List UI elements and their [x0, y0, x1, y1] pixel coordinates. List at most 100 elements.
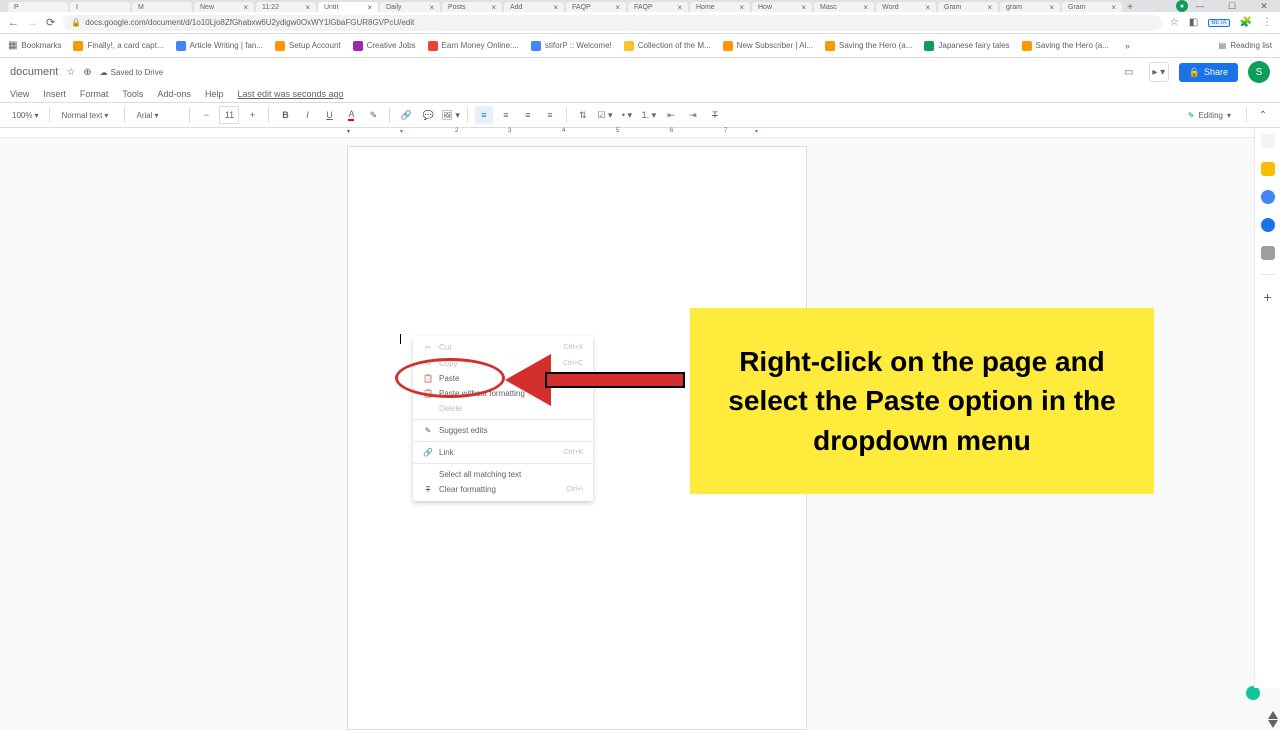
- bookmark-item[interactable]: Saving the Hero (a...: [1022, 41, 1109, 51]
- minimize-icon[interactable]: —: [1190, 0, 1210, 12]
- bold-button[interactable]: B: [276, 106, 294, 124]
- forward-icon[interactable]: →: [27, 17, 38, 29]
- browser-tab[interactable]: Home×: [690, 2, 750, 12]
- comment-button[interactable]: 💬: [419, 106, 437, 124]
- ctx-cut[interactable]: ✂CutCtrl+X: [413, 340, 593, 355]
- font-size-input[interactable]: 11: [219, 106, 239, 124]
- editing-mode-button[interactable]: ✎Editing ▾: [1180, 109, 1239, 122]
- ctx-link[interactable]: 🔗LinkCtrl+K: [413, 445, 593, 460]
- present-icon[interactable]: ▸ ▾: [1149, 62, 1169, 82]
- bookmark-item[interactable]: Article Writing | fan...: [176, 41, 264, 51]
- checklist-button[interactable]: ☑ ▾: [596, 106, 614, 124]
- browser-tab[interactable]: How×: [752, 2, 812, 12]
- bookmarks-overflow[interactable]: »: [1125, 41, 1130, 51]
- star-icon[interactable]: ☆: [66, 67, 75, 78]
- reading-list-button[interactable]: ▤Reading list: [1219, 41, 1272, 50]
- browser-tab[interactable]: 11:22×: [256, 2, 316, 12]
- add-addon-icon[interactable]: +: [1263, 289, 1271, 305]
- browser-tab[interactable]: M: [132, 2, 192, 12]
- font-select[interactable]: Arial ▾: [132, 111, 182, 120]
- browser-tab[interactable]: P: [8, 2, 68, 12]
- ctx-suggest[interactable]: ✎Suggest edits: [413, 423, 593, 438]
- url-input[interactable]: 🔒 docs.google.com/document/d/1o10Ljo8ZfG…: [63, 15, 1162, 31]
- underline-button[interactable]: U: [320, 106, 338, 124]
- browser-tab[interactable]: Add×: [504, 2, 564, 12]
- align-right-button[interactable]: ≡: [519, 106, 537, 124]
- ctx-select-matching[interactable]: Select all matching text: [413, 467, 593, 482]
- new-tab-button[interactable]: +: [1124, 2, 1136, 12]
- highlight-button[interactable]: ✎: [364, 106, 382, 124]
- bookmark-item[interactable]: stiforP :: Welcome!: [531, 41, 612, 51]
- bookmark-item[interactable]: New Subscriber | Al...: [723, 41, 813, 51]
- bookmark-item[interactable]: Collection of the M...: [624, 41, 711, 51]
- ctx-paste[interactable]: 📋Paste: [413, 371, 593, 386]
- move-icon[interactable]: ⊕: [83, 67, 91, 78]
- tasks-icon[interactable]: [1261, 190, 1275, 204]
- align-justify-button[interactable]: ≡: [541, 106, 559, 124]
- zoom-select[interactable]: 100% ▾: [8, 111, 42, 120]
- chrome-profile-icon[interactable]: ●: [1176, 0, 1188, 12]
- browser-tab[interactable]: Daily×: [380, 2, 440, 12]
- last-edit-link[interactable]: Last edit was seconds ago: [237, 89, 343, 99]
- maximize-icon[interactable]: ☐: [1222, 0, 1242, 12]
- keep-icon[interactable]: [1261, 162, 1275, 176]
- align-center-button[interactable]: ≡: [497, 106, 515, 124]
- bookmark-item[interactable]: Earn Money Online:...: [428, 41, 519, 51]
- browser-tab[interactable]: Gram×: [1062, 2, 1122, 12]
- doc-title[interactable]: document: [10, 66, 58, 78]
- browser-tab[interactable]: I: [70, 2, 130, 12]
- extension-icon[interactable]: ◧: [1189, 17, 1198, 28]
- browser-tab-active[interactable]: Untit×: [318, 2, 378, 12]
- share-button[interactable]: 🔒Share: [1179, 63, 1238, 82]
- ctx-clear-format[interactable]: TClear formattingCtrl+\: [413, 482, 593, 497]
- bulleted-list-button[interactable]: • ▾: [618, 106, 636, 124]
- browser-tab[interactable]: FAQP×: [628, 2, 688, 12]
- text-color-button[interactable]: A: [342, 106, 360, 124]
- font-decrease[interactable]: −: [197, 106, 215, 124]
- font-increase[interactable]: +: [243, 106, 261, 124]
- ctx-delete[interactable]: Delete: [413, 401, 593, 416]
- style-select[interactable]: Normal text ▾: [57, 111, 117, 120]
- maps-icon[interactable]: [1261, 246, 1275, 260]
- user-avatar[interactable]: S: [1248, 61, 1270, 83]
- menu-insert[interactable]: Insert: [43, 89, 66, 99]
- extensions-icon[interactable]: 🧩: [1240, 17, 1252, 28]
- numbered-list-button[interactable]: 1. ▾: [640, 106, 658, 124]
- close-icon[interactable]: ✕: [1254, 0, 1274, 12]
- browser-tab[interactable]: gram×: [1000, 2, 1060, 12]
- ctx-copy[interactable]: ⧉CopyCtrl+C: [413, 355, 593, 371]
- ctx-paste-no-format[interactable]: 📋Paste without formatting: [413, 386, 593, 401]
- grammarly-icon[interactable]: [1246, 686, 1260, 700]
- browser-tab[interactable]: New×: [194, 2, 254, 12]
- bookmark-item[interactable]: Japanese fairy tales: [924, 41, 1009, 51]
- ruler[interactable]: ▾ ▾ 2 3 4 5 6 7 ▾: [0, 128, 1280, 138]
- bookmark-item[interactable]: Saving the Hero (a...: [825, 41, 912, 51]
- calendar-icon[interactable]: [1261, 134, 1275, 148]
- indent-decrease-button[interactable]: ⇤: [662, 106, 680, 124]
- line-spacing-button[interactable]: ⇅: [574, 106, 592, 124]
- menu-icon[interactable]: ⋮: [1262, 17, 1272, 28]
- star-icon[interactable]: ☆: [1170, 17, 1179, 28]
- menu-addons[interactable]: Add-ons: [157, 89, 191, 99]
- browser-tab[interactable]: Posts×: [442, 2, 502, 12]
- menu-tools[interactable]: Tools: [122, 89, 143, 99]
- collapse-toolbar-button[interactable]: ⌃: [1254, 106, 1272, 124]
- bookmark-item[interactable]: Finally!, a card capt...: [73, 41, 163, 51]
- back-icon[interactable]: ←: [8, 17, 19, 29]
- browser-tab[interactable]: FAQP×: [566, 2, 626, 12]
- reload-icon[interactable]: ⟳: [46, 16, 55, 29]
- contacts-icon[interactable]: [1261, 218, 1275, 232]
- bookmark-item[interactable]: Creative Jobs: [353, 41, 416, 51]
- bookmark-item[interactable]: ▦Bookmarks: [8, 40, 61, 51]
- italic-button[interactable]: I: [298, 106, 316, 124]
- align-left-button[interactable]: ≡: [475, 106, 493, 124]
- image-button[interactable]: 🖼 ▾: [441, 106, 459, 124]
- clear-format-button[interactable]: T: [706, 106, 724, 124]
- browser-tab[interactable]: Gram×: [938, 2, 998, 12]
- menu-format[interactable]: Format: [80, 89, 109, 99]
- bookmark-item[interactable]: Setup Account: [275, 41, 341, 51]
- indent-increase-button[interactable]: ⇥: [684, 106, 702, 124]
- browser-tab[interactable]: Masc×: [814, 2, 874, 12]
- link-button[interactable]: 🔗: [397, 106, 415, 124]
- browser-tab[interactable]: Word×: [876, 2, 936, 12]
